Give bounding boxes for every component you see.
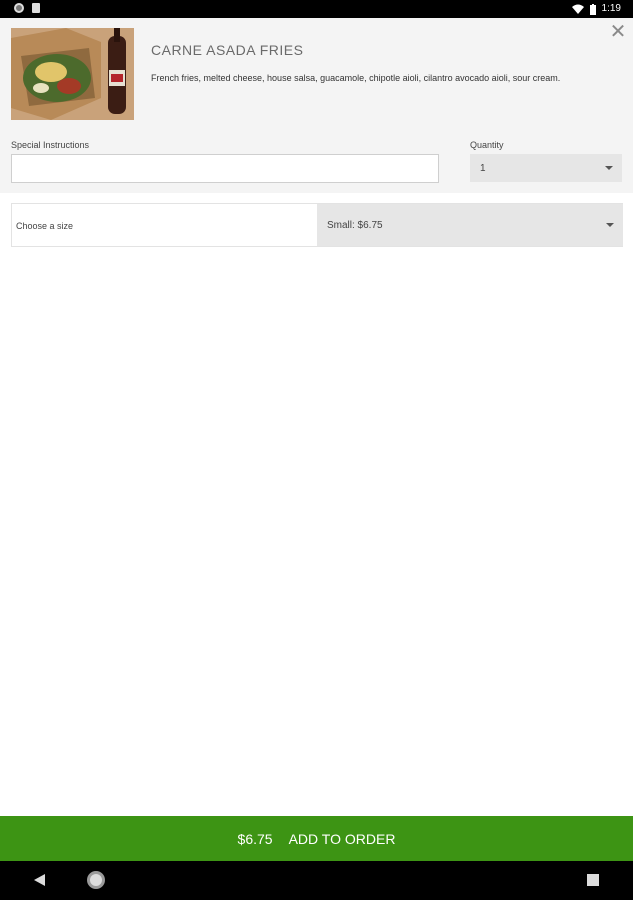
chevron-down-icon: [605, 166, 613, 170]
size-selector-row: Choose a size Small: $6.75: [11, 203, 623, 247]
chevron-down-icon: [606, 223, 614, 227]
size-label: Choose a size: [16, 221, 74, 231]
close-button[interactable]: ✕: [608, 22, 628, 42]
size-select[interactable]: Small: $6.75: [317, 204, 623, 246]
back-icon[interactable]: [34, 874, 45, 886]
size-value: Small: $6.75: [327, 220, 383, 231]
recents-icon[interactable]: [587, 874, 599, 886]
notification-icon: [14, 3, 24, 13]
status-left: [14, 3, 40, 13]
quantity-value: 1: [480, 163, 486, 174]
product-image: [11, 28, 134, 120]
item-detail-header: ✕ CARNE ASADA FRIES French fries, melted…: [0, 18, 633, 193]
quantity-label: Quantity: [470, 140, 504, 150]
status-time: 1:19: [601, 3, 621, 14]
battery-icon: [589, 3, 596, 15]
add-to-order-button[interactable]: $6.75 ADD TO ORDER: [0, 816, 633, 861]
quantity-select[interactable]: 1: [470, 154, 622, 182]
special-instructions-input[interactable]: [11, 154, 439, 183]
close-icon: ✕: [609, 21, 627, 43]
status-bar: 1:19: [0, 0, 633, 18]
home-icon[interactable]: [87, 871, 105, 889]
special-instructions-label: Special Instructions: [11, 140, 90, 150]
system-nav-bar: [0, 861, 633, 900]
product-description: French fries, melted cheese, house salsa…: [151, 73, 561, 83]
order-price: $6.75: [237, 830, 273, 847]
wifi-icon: [571, 4, 584, 14]
add-to-order-label: ADD TO ORDER: [288, 830, 396, 847]
sd-card-icon: [32, 3, 40, 13]
status-right: 1:19: [571, 2, 621, 16]
product-title: CARNE ASADA FRIES: [151, 42, 304, 58]
